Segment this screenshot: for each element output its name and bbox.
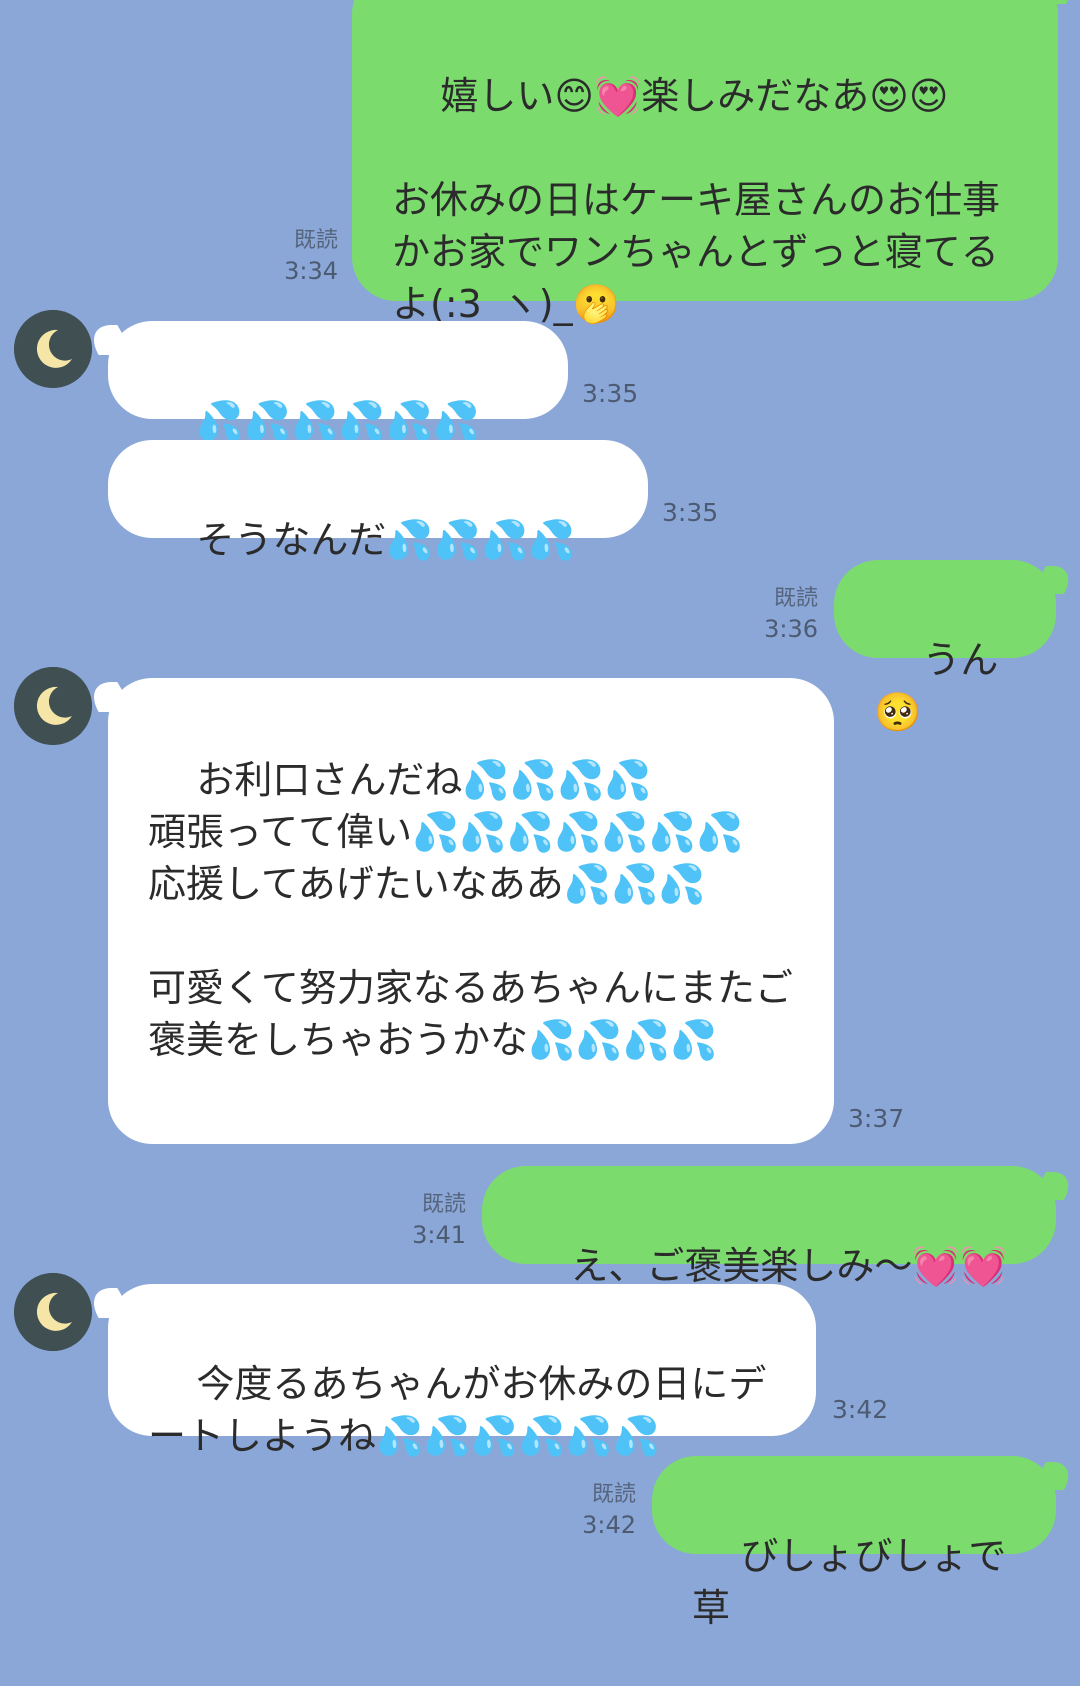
received-message-bubble[interactable]: そうなんだ💦💦💦💦	[108, 440, 648, 562]
message-text: そうなんだ💦💦💦💦	[196, 518, 576, 562]
message-text: お利口さんだね💦💦💦💦 頑張ってて偉い💦💦💦💦💦💦💦 応援してあげたいなああ💦💦…	[148, 758, 793, 1062]
message-text: うん🥺	[874, 638, 999, 734]
message-meta: 既読 3:41	[390, 1190, 466, 1250]
message-time: 3:36	[764, 615, 818, 643]
message-time: 3:37	[848, 1104, 905, 1133]
crescent-moon-icon	[14, 1273, 92, 1351]
message-text: 💦💦💦💦💦💦	[196, 399, 481, 443]
message-text: 今度るあちゃんがお休みの日にデートしようね💦💦💦💦💦💦	[148, 1362, 767, 1458]
chat-timeline[interactable]: 嬉しい😊💓楽しみだなあ😍😍 お休みの日はケーキ屋さんのお仕事かお家でワンちゃんと…	[0, 0, 1080, 1630]
message-meta: 既読 3:34	[262, 226, 338, 286]
message-text: びしょびしょで草	[692, 1534, 1007, 1630]
read-receipt: 既読	[421, 1192, 466, 1217]
sent-message-bubble[interactable]: うん🥺	[834, 560, 1056, 734]
sent-message-bubble[interactable]: え、ご褒美楽しみ〜💓💓	[482, 1166, 1056, 1288]
crescent-moon-icon	[14, 310, 92, 388]
message-time: 3:41	[412, 1221, 466, 1249]
message-text: え、ご褒美楽しみ〜💓💓	[570, 1244, 1007, 1288]
message-time: 3:35	[662, 498, 719, 527]
message-time: 3:34	[284, 257, 338, 285]
message-time: 3:42	[832, 1395, 889, 1424]
message-meta: 既読 3:42	[560, 1480, 636, 1540]
received-message-bubble[interactable]: 💦💦💦💦💦💦	[108, 321, 568, 443]
contact-avatar[interactable]	[14, 1273, 92, 1351]
message-meta: 既読 3:36	[742, 584, 818, 644]
received-message-bubble[interactable]: お利口さんだね💦💦💦💦 頑張ってて偉い💦💦💦💦💦💦💦 応援してあげたいなああ💦💦…	[108, 678, 834, 1144]
message-text: 嬉しい😊💓楽しみだなあ😍😍 お休みの日はケーキ屋さんのお仕事かお家でワンちゃんと…	[392, 74, 1001, 326]
read-receipt: 既読	[293, 228, 338, 253]
read-receipt: 既読	[591, 1482, 636, 1507]
read-receipt: 既読	[773, 586, 818, 611]
message-time: 3:42	[582, 1511, 636, 1539]
sent-message-bubble[interactable]: びしょびしょで草	[652, 1456, 1056, 1630]
crescent-moon-icon	[14, 667, 92, 745]
contact-avatar[interactable]	[14, 667, 92, 745]
sent-message-bubble[interactable]: 嬉しい😊💓楽しみだなあ😍😍 お休みの日はケーキ屋さんのお仕事かお家でワンちゃんと…	[352, 0, 1058, 326]
contact-avatar[interactable]	[14, 310, 92, 388]
received-message-bubble[interactable]: 今度るあちゃんがお休みの日にデートしようね💦💦💦💦💦💦	[108, 1284, 816, 1458]
message-time: 3:35	[582, 379, 639, 408]
